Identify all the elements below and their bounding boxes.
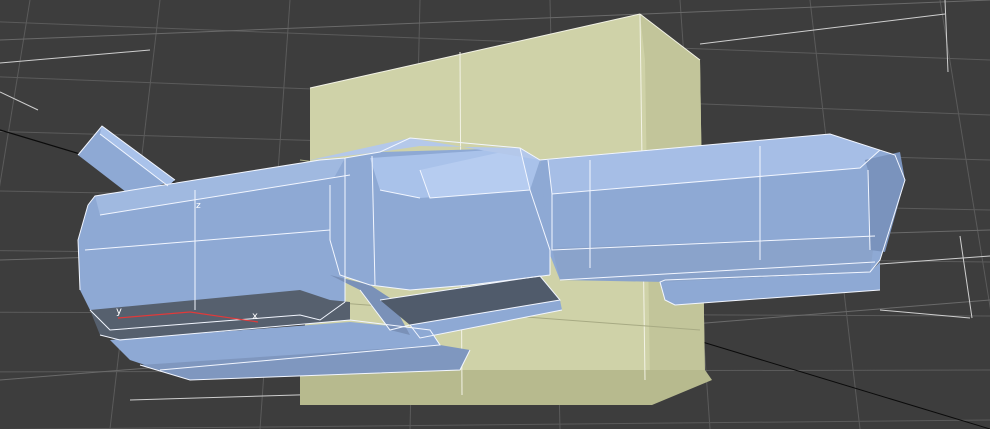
gizmo-x-label: x — [252, 311, 258, 322]
viewport-canvas[interactable]: y x z — [0, 0, 990, 429]
gizmo-y-label: y — [116, 306, 122, 317]
gizmo-z-label: z — [196, 201, 201, 211]
box-bottom-face — [300, 370, 712, 405]
3d-viewport[interactable]: y x z — [0, 0, 990, 429]
